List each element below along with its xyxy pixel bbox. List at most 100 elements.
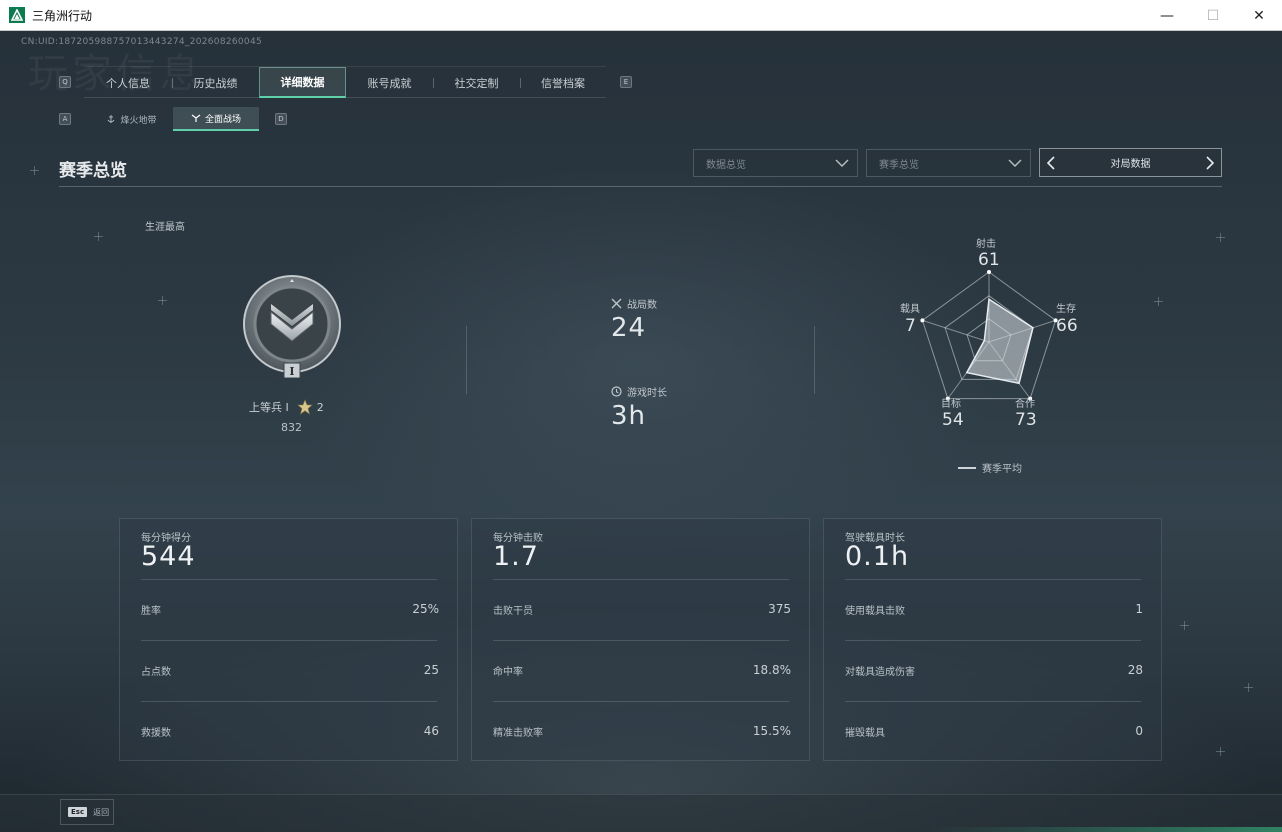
wings-icon xyxy=(191,114,201,122)
card-divider xyxy=(845,640,1141,641)
key-hint-left: Q xyxy=(59,76,71,88)
chevron-down-icon xyxy=(1008,159,1022,167)
chevron-right-icon[interactable] xyxy=(1205,156,1215,170)
maximize-button[interactable]: ☐ xyxy=(1190,0,1236,31)
card-main-value: 0.1h xyxy=(845,541,910,572)
radar-value-objective: 54 xyxy=(942,410,964,430)
divider-right xyxy=(814,326,815,394)
svg-text:I: I xyxy=(289,365,294,378)
card-divider xyxy=(493,701,789,702)
player-uid: CN:UID:187205988757013443274_20260826004… xyxy=(21,37,263,47)
radar-data-area xyxy=(965,298,1034,385)
radar-label-shooting: 射击 xyxy=(976,239,996,250)
decor-plus-icon xyxy=(1154,297,1163,306)
card-row: 救援数 46 xyxy=(141,724,439,739)
rank-name: 上等兵 I xyxy=(249,401,289,414)
radar-value-shooting: 61 xyxy=(978,250,1000,270)
radar-vertex-dot xyxy=(987,270,991,274)
card-divider xyxy=(493,640,789,641)
ability-radar-chart xyxy=(920,270,1058,401)
radar-value-vehicle: 7 xyxy=(905,316,916,336)
matches-stat: 战局数 24 xyxy=(611,298,657,343)
decor-plus-icon xyxy=(1244,683,1253,692)
key-hint-right: E xyxy=(620,76,632,88)
anchor-icon xyxy=(108,115,115,123)
card-row: 占点数 25 xyxy=(141,663,439,678)
season-overview-dropdown[interactable]: 赛季总览 xyxy=(866,149,1031,177)
radar-label-teamwork: 合作 xyxy=(1015,399,1035,410)
accent-glow xyxy=(930,827,1282,832)
close-button[interactable]: ✕ xyxy=(1236,0,1282,31)
decor-plus-icon xyxy=(1216,233,1225,242)
card-divider xyxy=(845,701,1141,702)
tab-social[interactable]: 社交定制 xyxy=(433,67,520,98)
rank-row: 上等兵 I 2 xyxy=(249,399,324,415)
chevron-left-icon[interactable] xyxy=(1046,156,1056,170)
decor-plus-icon xyxy=(1216,747,1225,756)
tab-achievements[interactable]: 账号成就 xyxy=(346,67,433,98)
playtime-stat: 游戏时长 3h xyxy=(611,386,667,431)
tab-personal-info[interactable]: 个人信息 xyxy=(84,67,172,98)
crossed-swords-icon xyxy=(611,298,622,309)
tab-credit[interactable]: 信誉档案 xyxy=(520,67,606,98)
card-divider xyxy=(493,579,789,580)
back-button[interactable]: Esc 返回 xyxy=(60,799,114,825)
card-row: 摧毁载具 0 xyxy=(845,724,1143,739)
subtab-warfare[interactable]: 全面战场 xyxy=(173,107,259,131)
game-stage: 玩家信息 CN:UID:187205988757013443274_202608… xyxy=(0,31,1282,832)
data-overview-dropdown[interactable]: 数据总览 xyxy=(693,149,858,177)
radar-axis-line xyxy=(922,319,990,343)
card-row: 胜率 25% xyxy=(141,602,439,617)
rank-score: 832 xyxy=(281,421,302,434)
radar-value-survival: 66 xyxy=(1056,316,1078,336)
window-titlebar: 三角洲行动 — ☐ ✕ xyxy=(0,0,1282,31)
decor-plus-icon xyxy=(158,296,167,305)
card-main-value: 1.7 xyxy=(493,541,539,572)
radar-label-objective: 目标 xyxy=(941,399,961,410)
card-row: 击败干员 375 xyxy=(493,602,791,617)
card-row: 对载具造成伤害 28 xyxy=(845,663,1143,678)
stat-card-vehicle: 驾驶载具时长 0.1h 使用载具击败 1 对载具造成伤害 28 摧毁载具 0 xyxy=(823,518,1162,761)
rank-badge-icon: I xyxy=(243,275,341,378)
back-label: 返回 xyxy=(93,807,110,817)
decor-plus-icon xyxy=(94,232,103,241)
radar-vertex-dot xyxy=(920,318,925,323)
stat-card-kills: 每分钟击败 1.7 击败干员 375 命中率 18.8% 精准击败率 15.5% xyxy=(471,518,810,761)
section-divider xyxy=(59,186,1222,187)
top-tabs: 个人信息 历史战绩 详细数据 账号成就 社交定制 信誉档案 xyxy=(84,66,606,98)
career-best-label: 生涯最高 xyxy=(145,222,185,233)
esc-key-hint: Esc xyxy=(68,807,88,817)
card-divider xyxy=(141,640,437,641)
tab-detailed-data[interactable]: 详细数据 xyxy=(259,67,346,98)
radar-value-teamwork: 73 xyxy=(1015,410,1037,430)
section-title: 赛季总览 xyxy=(59,161,127,181)
rank-stars: 2 xyxy=(316,400,324,414)
window-title: 三角洲行动 xyxy=(32,8,93,23)
sub-tabs: 烽火地带 全面战场 xyxy=(90,107,259,131)
subkey-hint-right: D xyxy=(275,113,287,125)
subtab-hazard-zone[interactable]: 烽火地带 xyxy=(90,107,173,131)
star-icon xyxy=(296,399,313,415)
radar-legend: 赛季平均 xyxy=(958,460,1022,475)
stat-card-score: 每分钟得分 544 胜率 25% 占点数 25 救援数 46 xyxy=(119,518,458,761)
decor-plus-icon xyxy=(30,166,39,175)
clock-icon xyxy=(611,386,622,397)
app-logo-icon xyxy=(9,7,25,23)
radar-label-vehicle: 载具 xyxy=(900,304,920,315)
card-row: 使用载具击败 1 xyxy=(845,602,1143,617)
tab-history[interactable]: 历史战绩 xyxy=(172,67,259,98)
card-divider xyxy=(141,579,437,580)
card-row: 命中率 18.8% xyxy=(493,663,791,678)
card-divider xyxy=(141,701,437,702)
divider-left xyxy=(466,326,467,394)
minimize-button[interactable]: — xyxy=(1144,0,1190,31)
decor-plus-icon xyxy=(1180,621,1189,630)
chevron-down-icon xyxy=(835,159,849,167)
card-row: 精准击败率 15.5% xyxy=(493,724,791,739)
playtime-value: 3h xyxy=(611,401,647,431)
card-main-value: 544 xyxy=(141,541,196,572)
match-data-selector: 对局数据 xyxy=(1039,148,1222,177)
legend-line xyxy=(958,466,976,469)
matches-value: 24 xyxy=(611,313,647,343)
card-divider xyxy=(845,579,1141,580)
